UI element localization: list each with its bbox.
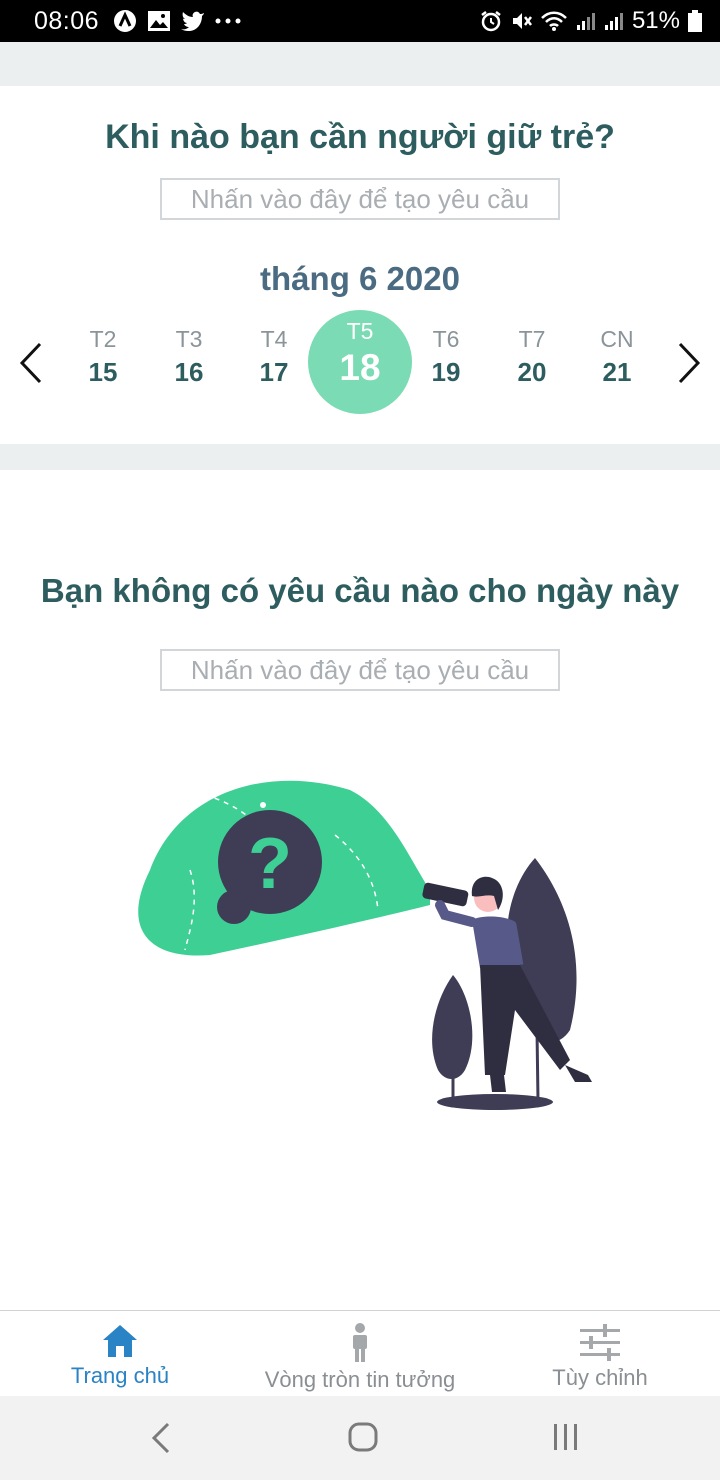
day-mon[interactable]: T2 15 — [63, 310, 143, 414]
mute-icon — [512, 13, 532, 29]
tab-settings-label: Tùy chỉnh — [552, 1365, 648, 1390]
battery-percent: 51% — [631, 7, 680, 34]
recent-apps-icon[interactable] — [546, 1420, 586, 1456]
day-name: CN — [600, 326, 634, 352]
app-icon — [114, 10, 137, 32]
create-request-input[interactable]: Nhấn vào đây để tạo yêu cầu — [160, 178, 560, 220]
day-number: 16 — [174, 357, 204, 387]
more-dots-icon — [215, 18, 241, 24]
create-request-input-bottom[interactable]: Nhấn vào đây để tạo yêu cầu — [160, 649, 560, 691]
notification-icons — [113, 9, 241, 33]
tab-settings[interactable]: Tùy chỉnh — [520, 1311, 680, 1397]
day-name: T7 — [518, 326, 546, 352]
day-number: 18 — [339, 347, 381, 388]
home-button-icon[interactable] — [342, 1420, 382, 1456]
day-name: T3 — [175, 326, 203, 352]
question-title: Khi nào bạn cần người giữ trẻ? — [105, 118, 615, 156]
ground-shadow — [437, 1094, 553, 1110]
day-wed[interactable]: T4 17 — [234, 310, 314, 414]
bottom-navigation: Trang chủ Vòng tròn tin tưởng Tùy chỉnh — [0, 1310, 720, 1396]
battery-icon — [688, 10, 702, 32]
twitter-icon — [181, 11, 205, 31]
image-icon — [148, 11, 171, 31]
tab-home[interactable]: Trang chủ — [40, 1311, 200, 1397]
month-label: tháng 6 2020 — [260, 260, 460, 297]
middle-separator — [0, 444, 720, 470]
system-navigation-bar — [0, 1396, 720, 1480]
signal-icon — [604, 13, 623, 30]
status-time: 08:06 — [34, 6, 100, 35]
day-number: 20 — [517, 357, 547, 387]
top-separator — [0, 42, 720, 86]
empty-state-title: Bạn không có yêu cầu nào cho ngày này — [40, 572, 680, 609]
status-bar: 08:06 51% — [0, 0, 720, 42]
sliders-icon — [580, 1324, 620, 1361]
day-name: T5 — [346, 318, 374, 344]
person-icon — [353, 1323, 367, 1362]
home-icon — [103, 1325, 137, 1357]
day-tue[interactable]: T3 16 — [149, 310, 229, 414]
back-icon[interactable] — [142, 1420, 182, 1456]
tab-trust-circle-label: Vòng tròn tin tưởng — [264, 1367, 456, 1392]
tab-trust-circle[interactable]: Vòng tròn tin tưởng — [250, 1311, 470, 1397]
date-picker-card: Khi nào bạn cần người giữ trẻ? Nhấn vào … — [0, 86, 720, 444]
day-sat[interactable]: T7 20 — [492, 310, 572, 414]
status-right-group: 51% — [480, 7, 702, 35]
empty-state-illustration: ? — [138, 780, 592, 1110]
day-thu-selected[interactable]: T5 18 — [308, 310, 412, 414]
wifi-icon — [541, 11, 567, 31]
day-name: T2 — [89, 326, 117, 352]
alarm-icon — [481, 11, 501, 32]
day-number: 17 — [259, 357, 289, 387]
day-number: 21 — [602, 357, 632, 387]
tab-home-label: Trang chủ — [70, 1363, 170, 1388]
day-number: 15 — [88, 357, 118, 387]
day-sun[interactable]: CN 21 — [577, 310, 657, 414]
day-name: T6 — [432, 326, 460, 352]
question-mark: ? — [248, 824, 292, 904]
day-fri[interactable]: T6 19 — [406, 310, 486, 414]
day-name: T4 — [260, 326, 288, 352]
chevron-right-icon[interactable] — [674, 340, 704, 386]
day-number: 19 — [431, 357, 461, 387]
chevron-left-icon[interactable] — [16, 340, 46, 386]
signal-icon — [576, 13, 595, 30]
